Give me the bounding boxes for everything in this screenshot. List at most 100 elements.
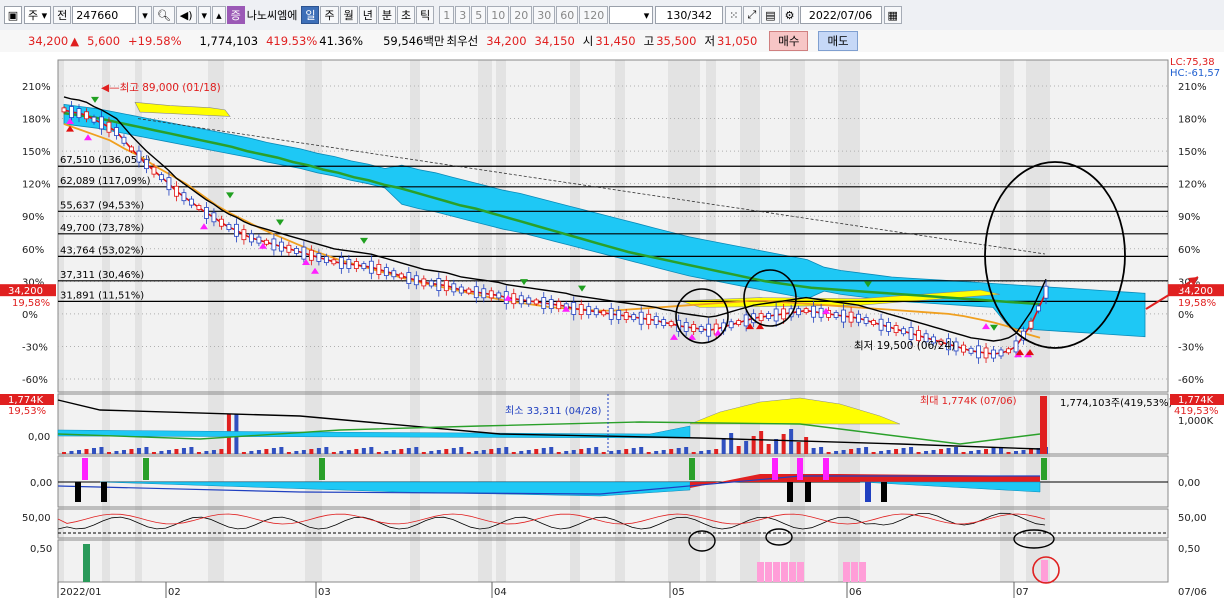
level-label-1: 62,089 (117,09%) bbox=[60, 176, 151, 187]
extra-select[interactable]: ▾ bbox=[609, 6, 654, 24]
volume-bar-121 bbox=[969, 451, 974, 454]
volume-bar-73 bbox=[609, 451, 614, 454]
candle-body-94 bbox=[766, 313, 772, 319]
candle-body-38 bbox=[346, 259, 352, 269]
candle-body-95 bbox=[773, 308, 779, 322]
x-tick-label-3: 04 bbox=[494, 587, 507, 598]
osc3-bar-pink-7 bbox=[851, 562, 858, 582]
number-button-5[interactable]: 5 bbox=[471, 6, 487, 24]
volume-bar-129 bbox=[1029, 449, 1034, 454]
candle-body-17 bbox=[189, 198, 194, 206]
period-button-5[interactable]: 초 bbox=[396, 6, 416, 24]
y-tick-left-8: -30% bbox=[22, 342, 48, 353]
volume-bar-123 bbox=[984, 449, 989, 454]
candle-body-1 bbox=[69, 106, 74, 118]
candle-body-112 bbox=[901, 328, 906, 335]
buy-button[interactable]: 매수 bbox=[769, 31, 809, 51]
osc1-right-label: 0,00 bbox=[1178, 478, 1200, 489]
search-icon[interactable]: 🔍︎ bbox=[152, 6, 175, 24]
number-button-3[interactable]: 3 bbox=[455, 6, 471, 24]
count-input[interactable]: 130/342 bbox=[655, 6, 724, 24]
candle-body-106 bbox=[856, 313, 861, 323]
x-tick-label-6: 07 bbox=[1016, 587, 1029, 598]
volume-bar-71 bbox=[594, 447, 599, 454]
sell-button[interactable]: 매도 bbox=[818, 31, 858, 51]
vol-max-label: 최대 1,774K (07/06) bbox=[920, 395, 1017, 407]
volume-bar-103 bbox=[834, 451, 839, 454]
candle-body-55 bbox=[473, 286, 479, 299]
volume-bar-35 bbox=[324, 447, 329, 454]
quote-bar: 34,200 ▲ 5,600 +19.58% 1,774,103 419.53%… bbox=[0, 30, 1224, 53]
candle-body-101 bbox=[818, 307, 824, 318]
candle-body-9 bbox=[129, 146, 134, 152]
high-value: 35,500 bbox=[656, 34, 697, 48]
zoom-icon[interactable]: ⤢ bbox=[743, 6, 761, 24]
period-button-6[interactable]: 틱 bbox=[416, 6, 435, 24]
volume-bar-27 bbox=[264, 449, 269, 454]
code-input[interactable]: 247660 bbox=[72, 6, 137, 24]
volume-bar-53 bbox=[459, 447, 464, 454]
volume-bar-95 bbox=[774, 439, 779, 454]
y-tick-left-9: -60% bbox=[22, 375, 48, 386]
candle-body-2 bbox=[76, 108, 82, 119]
number-button-1[interactable]: 1 bbox=[439, 6, 455, 24]
period-select[interactable]: 주 ▾ bbox=[24, 6, 52, 24]
period-button-4[interactable]: 분 bbox=[377, 6, 396, 24]
osc3-bar-pink-6 bbox=[843, 562, 850, 582]
number-button-30[interactable]: 30 bbox=[533, 6, 556, 24]
candle-body-89 bbox=[728, 321, 734, 329]
volume-bar-64 bbox=[541, 448, 546, 454]
period-button-3[interactable]: 년 bbox=[358, 6, 377, 24]
volume-bar-62 bbox=[526, 450, 531, 454]
arrow-down-icon[interactable]: ▾ bbox=[197, 6, 212, 24]
vol-left-top: 1,774K bbox=[8, 395, 44, 406]
number-button-60[interactable]: 60 bbox=[556, 6, 579, 24]
candle-body-6 bbox=[106, 121, 112, 133]
grid-icon[interactable]: ⁙ bbox=[725, 6, 743, 24]
volume-bar-48 bbox=[421, 452, 426, 454]
number-button-20[interactable]: 20 bbox=[510, 6, 533, 24]
candle-body-52 bbox=[451, 283, 457, 293]
candle-body-126 bbox=[1006, 348, 1011, 354]
volume-bar-18 bbox=[196, 452, 201, 454]
volume-bar-109 bbox=[879, 451, 884, 454]
volume-bar-104 bbox=[841, 450, 846, 454]
chart-type-icon[interactable]: ▣ bbox=[4, 6, 22, 24]
volume-bar-113 bbox=[909, 447, 914, 454]
x-tick-label-2: 03 bbox=[318, 587, 331, 598]
sound-icon[interactable]: ◀) bbox=[175, 6, 197, 24]
save-icon[interactable]: ▤ bbox=[761, 6, 780, 24]
gear-icon[interactable]: ⚙ bbox=[780, 6, 799, 24]
volume-bar-8 bbox=[121, 450, 126, 454]
date-input[interactable]: 2022/07/06 bbox=[799, 6, 882, 24]
number-button-120[interactable]: 120 bbox=[579, 6, 609, 24]
candle-body-32 bbox=[301, 246, 307, 260]
candle-body-4 bbox=[91, 116, 97, 123]
volume-bar-127 bbox=[1014, 451, 1019, 454]
candle-body-60 bbox=[511, 293, 517, 305]
volume-bar-20 bbox=[211, 450, 216, 454]
volume-bar-16 bbox=[181, 448, 186, 454]
calendar-icon[interactable]: ▦ bbox=[883, 6, 902, 24]
volume-bar-114 bbox=[916, 452, 921, 454]
price-chart[interactable]: 67,510 (136,05%)62,089 (117,09%)55,637 (… bbox=[0, 52, 1224, 600]
quote-volume: 1,774,103 bbox=[199, 34, 259, 48]
candle-body-62 bbox=[526, 297, 532, 305]
volume-bar-94 bbox=[766, 444, 771, 454]
period-button-1[interactable]: 주 bbox=[320, 6, 339, 24]
period-button-0[interactable]: 일 bbox=[301, 6, 320, 24]
candle-body-108 bbox=[871, 320, 876, 325]
volume-bar-85 bbox=[699, 451, 704, 454]
candle-body-130 bbox=[1036, 305, 1041, 312]
y-tick-right-2: 150% bbox=[1178, 147, 1207, 158]
osc1-down-bar-2 bbox=[787, 482, 793, 502]
arrow-up-icon[interactable]: ▴ bbox=[212, 6, 226, 24]
osc1-down-bar-5 bbox=[865, 482, 871, 502]
prev-button[interactable]: 전 bbox=[53, 6, 72, 24]
period-button-2[interactable]: 월 bbox=[339, 6, 358, 24]
number-button-10[interactable]: 10 bbox=[487, 6, 510, 24]
volume-bar-29 bbox=[279, 447, 284, 454]
y-tick-left-0: 210% bbox=[22, 82, 51, 93]
candle-body-31 bbox=[293, 248, 299, 254]
code-dropdown-icon[interactable]: ▾ bbox=[138, 6, 152, 24]
